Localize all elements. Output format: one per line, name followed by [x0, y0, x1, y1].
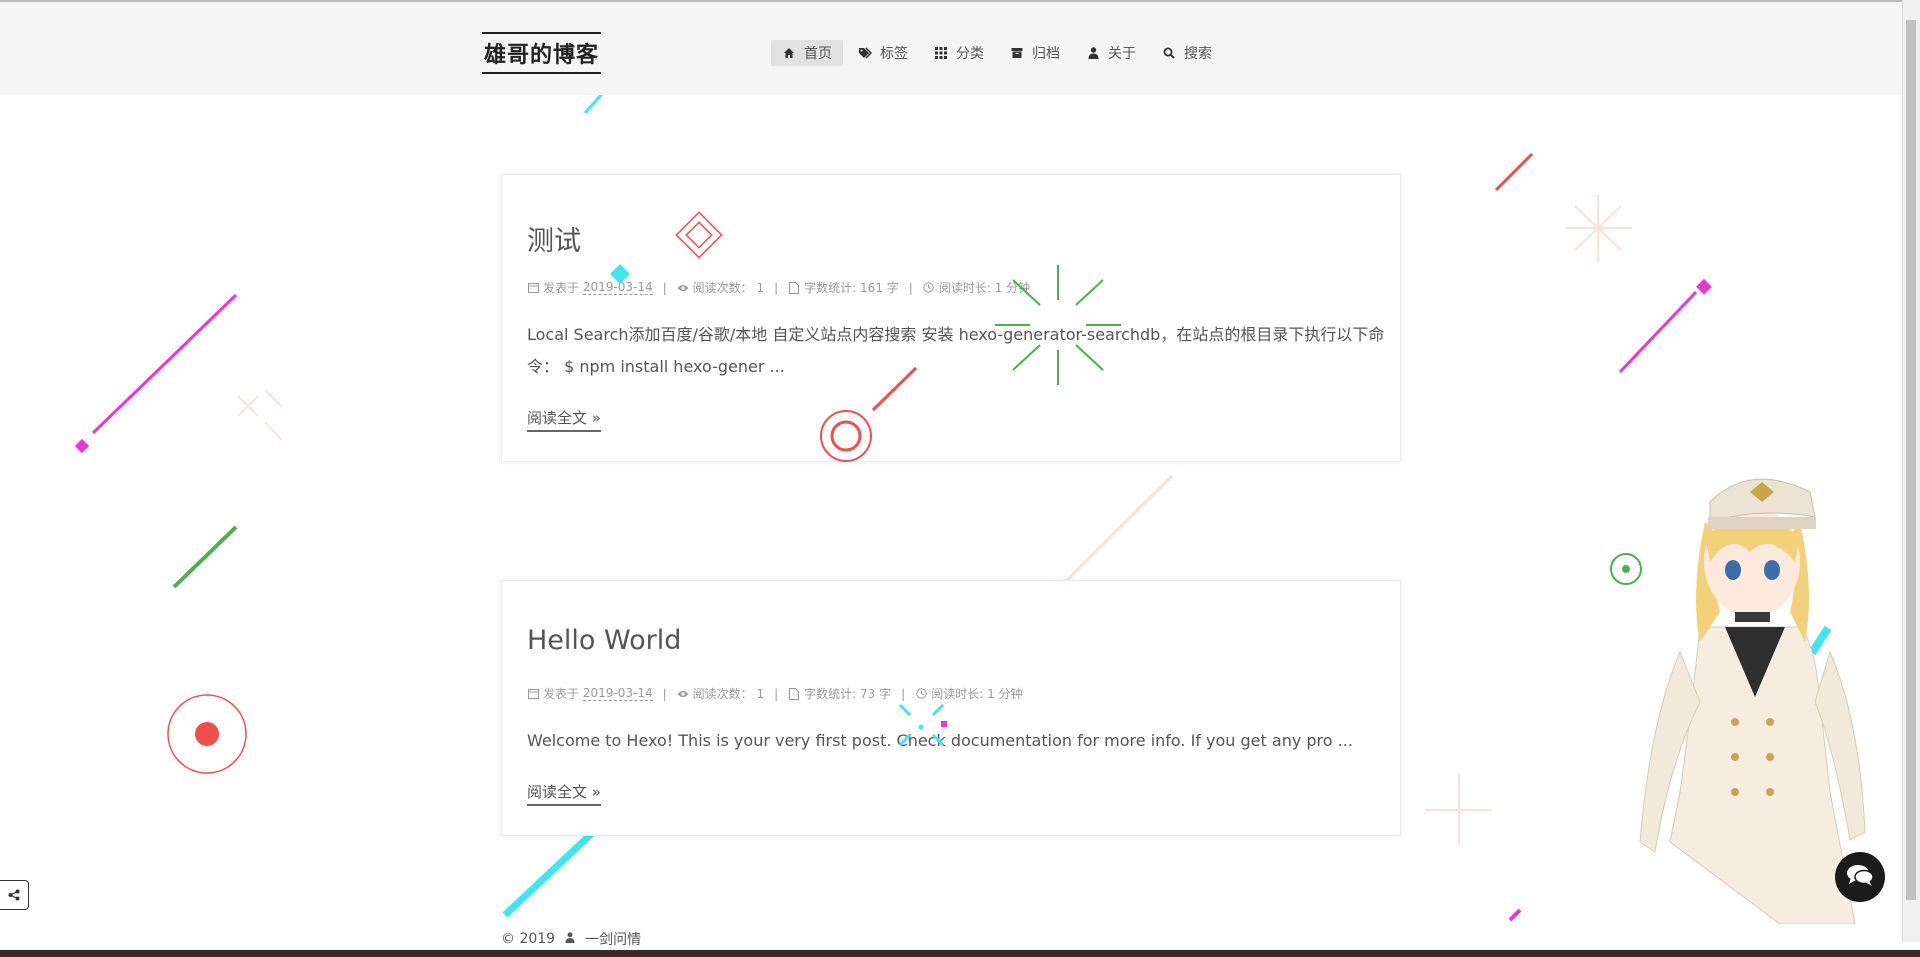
readtime-label: 阅读时长:: [931, 687, 984, 701]
meta-divider: |: [908, 280, 913, 295]
scrollbar-thumb[interactable]: [1906, 20, 1916, 900]
eye-icon: [677, 282, 689, 294]
menu-label: 归档: [1032, 46, 1060, 62]
file-word-icon: [788, 687, 800, 700]
posted-label: 发表于: [543, 687, 580, 701]
chat-button[interactable]: [1835, 852, 1885, 902]
meta-divider: |: [901, 686, 906, 701]
menu-item-search[interactable]: 搜索: [1151, 40, 1223, 66]
clock-icon: [923, 282, 935, 294]
wordcount-value: 73 字: [860, 687, 892, 701]
views-label: 阅读次数：: [692, 281, 753, 295]
views-label: 阅读次数：: [692, 687, 753, 701]
post-meta: 发表于 2019-03-14 | 阅读次数： 1 | 字数统计: 73 字 | …: [527, 685, 1023, 702]
readtime-value: 1 分钟: [994, 281, 1031, 295]
post-card: 测试 发表于 2019-03-14 | 阅读次数： 1 | 字数统计: 161 …: [501, 174, 1401, 462]
readtime-value: 1 分钟: [987, 687, 1023, 701]
site-title[interactable]: 雄哥的博客: [484, 37, 599, 69]
views-count: 1: [756, 686, 765, 701]
file-word-icon: [788, 281, 800, 294]
read-more-link[interactable]: 阅读全文 »: [527, 781, 601, 806]
page-scrollbar[interactable]: [1902, 0, 1920, 942]
menu-item-archives[interactable]: 归档: [999, 40, 1071, 66]
archive-icon: [1010, 46, 1024, 60]
meta-divider: |: [662, 686, 667, 701]
user-icon: [565, 931, 575, 947]
main-menu: 首页 标签 分类 归档 关于 搜索: [771, 40, 1223, 66]
menu-label: 分类: [956, 46, 984, 62]
meta-divider: |: [774, 686, 779, 701]
user-icon: [1086, 46, 1100, 60]
wordcount-label: 字数统计:: [804, 281, 857, 295]
post-title[interactable]: Hello World: [527, 625, 681, 656]
meta-divider: |: [662, 280, 667, 295]
post-card: Hello World 发表于 2019-03-14 | 阅读次数： 1 | 字…: [501, 580, 1401, 836]
wordcount-label: 字数统计:: [804, 687, 857, 701]
readtime-label: 阅读时长:: [938, 281, 991, 295]
menu-label: 标签: [880, 46, 908, 62]
live2d-mascot-image: [1639, 478, 1866, 924]
chat-icon: [1845, 862, 1875, 892]
site-brand[interactable]: 雄哥的博客: [482, 32, 602, 74]
menu-label: 首页: [804, 46, 832, 62]
os-taskbar: [0, 950, 1920, 957]
menu-item-about[interactable]: 关于: [1075, 40, 1147, 66]
clock-icon: [915, 688, 927, 700]
menu-item-tags[interactable]: 标签: [847, 40, 919, 66]
site-footer: © 2019 一剑问情: [501, 929, 641, 949]
menu-item-home[interactable]: 首页: [771, 40, 843, 66]
site-header: 雄哥的博客 首页 标签 分类 归档 关于 搜索: [0, 0, 1903, 95]
post-meta: 发表于 2019-03-14 | 阅读次数： 1 | 字数统计: 161 字 |…: [527, 279, 1030, 296]
menu-item-categories[interactable]: 分类: [923, 40, 995, 66]
post-excerpt: Welcome to Hexo! This is your very first…: [527, 731, 1353, 750]
read-more-link[interactable]: 阅读全文 »: [527, 407, 601, 432]
views-count: 1: [756, 280, 765, 295]
wordcount-value: 161 字: [860, 281, 899, 295]
calendar-icon: [527, 282, 539, 294]
th-icon: [934, 46, 948, 60]
posted-label: 发表于: [543, 281, 580, 295]
calendar-icon: [527, 688, 539, 700]
meta-divider: |: [774, 280, 779, 295]
post-title[interactable]: 测试: [527, 219, 581, 258]
tags-icon: [858, 46, 872, 60]
home-icon: [782, 46, 796, 60]
eye-icon: [677, 688, 689, 700]
copyright-text: © 2019: [501, 931, 556, 947]
post-date: 2019-03-14: [582, 686, 653, 701]
footer-author: 一剑问情: [585, 932, 642, 948]
menu-label: 关于: [1108, 46, 1136, 62]
share-icon: [8, 886, 20, 905]
menu-label: 搜索: [1184, 46, 1212, 62]
post-excerpt: Local Search添加百度/谷歌/本地 自定义站点内容搜索 安装 hexo…: [527, 325, 1385, 376]
search-icon: [1162, 46, 1176, 60]
post-date: 2019-03-14: [582, 280, 653, 295]
share-button[interactable]: [0, 880, 29, 910]
